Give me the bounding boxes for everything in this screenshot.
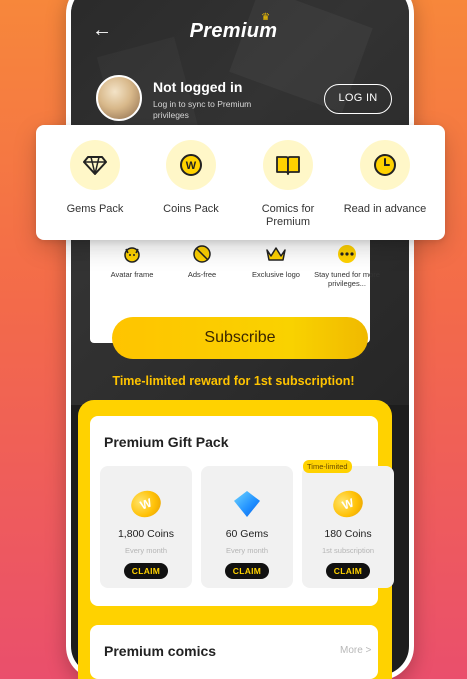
comics-title: Premium comics (104, 643, 217, 659)
privilege-label: Comics for Premium (261, 203, 315, 228)
gift-period: Every month (225, 546, 269, 555)
promo-text: Time-limited reward for 1st subscription… (112, 374, 355, 388)
privilege-gems-pack[interactable]: Gems Pack (40, 140, 150, 216)
avatar-frame-icon (97, 244, 167, 266)
privilege-label: Ads-free (187, 270, 217, 279)
time-limited-badge: Time-limited (303, 460, 352, 473)
coin-icon: W (302, 486, 394, 522)
privilege-label: Read in advance (343, 203, 427, 215)
book-icon (263, 140, 313, 190)
header: Premium ♛ (0, 12, 467, 43)
privilege-exclusive-logo[interactable]: Exclusive logo (241, 244, 311, 279)
subscribe-button[interactable]: Subscribe (112, 317, 368, 359)
crown-icon: ♛ (261, 12, 271, 23)
privilege-label: Exclusive logo (252, 270, 300, 279)
gift-item: 60 Gems Every month CLAIM (201, 466, 293, 588)
user-name: Not logged in (153, 79, 243, 95)
avatar[interactable] (96, 75, 142, 121)
privilege-label: Coins Pack (163, 203, 219, 215)
more-link[interactable]: More > (340, 645, 371, 656)
login-button[interactable]: LOG IN (324, 84, 392, 114)
privilege-label: Stay tuned for more privileges... (314, 270, 380, 288)
gift-amount: 60 Gems (225, 528, 269, 540)
crown-icon (241, 244, 311, 266)
privilege-coins-pack[interactable]: W Coins Pack (136, 140, 246, 216)
coin-icon: W (166, 140, 216, 190)
claim-button[interactable]: CLAIM (224, 563, 270, 579)
coin-icon: W (100, 486, 192, 522)
privilege-ads-free[interactable]: Ads-free (167, 244, 237, 279)
page-title: Premium ♛ (189, 12, 278, 43)
privilege-label: Avatar frame (110, 270, 154, 279)
privilege-read-in-advance[interactable]: Read in advance (330, 140, 440, 216)
gift-item: W 1,800 Coins Every month CLAIM (100, 466, 192, 588)
gem-icon (201, 488, 293, 520)
privilege-avatar-frame[interactable]: Avatar frame (97, 244, 167, 279)
privilege-label: Gems Pack (66, 203, 124, 215)
page-title-text: Premium (189, 20, 278, 42)
gift-period: 1st subscription (321, 546, 375, 555)
user-subtitle: Log in to sync to Premium privileges (153, 99, 252, 120)
claim-button[interactable]: CLAIM (325, 563, 371, 579)
gift-amount: 180 Coins (324, 528, 372, 540)
gift-period: Every month (124, 546, 168, 555)
privilege-more[interactable]: Stay tuned for more privileges... (312, 244, 382, 288)
diamond-icon (70, 140, 120, 190)
gift-amount: 1,800 Coins (117, 528, 175, 540)
claim-button[interactable]: CLAIM (123, 563, 169, 579)
more-dots-icon (312, 244, 382, 266)
gift-item: W 180 Coins 1st subscription CLAIM (302, 466, 394, 588)
gift-pack-title: Premium Gift Pack (104, 434, 229, 450)
no-ads-icon (167, 244, 237, 266)
clock-icon (360, 140, 410, 190)
svg-text:W: W (186, 160, 197, 172)
privilege-comics-for-premium[interactable]: Comics for Premium (233, 140, 343, 229)
